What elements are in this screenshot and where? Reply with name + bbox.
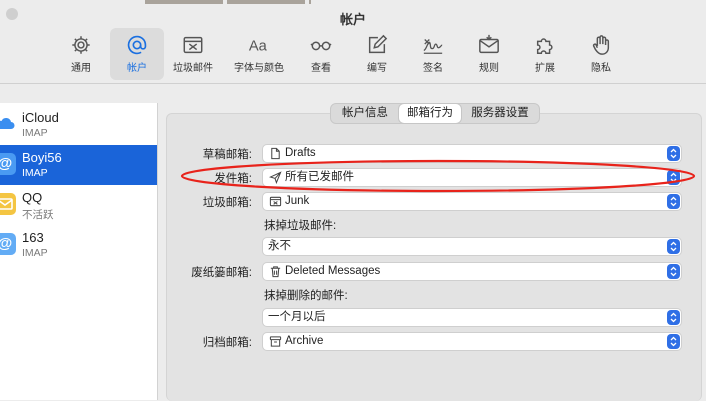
account-name: QQ [22, 190, 43, 205]
trash-mailbox-popup[interactable]: Deleted Messages [262, 262, 682, 281]
toolbar-divider [0, 83, 706, 84]
toolbar-junk-mail[interactable]: 垃圾邮件 [166, 28, 220, 80]
toolbar-label: 字体与颜色 [234, 63, 284, 74]
toolbar-label: 隐私 [591, 63, 611, 74]
account-item-icloud[interactable]: iCloud IMAP [0, 105, 157, 145]
popup-value: 永不 [268, 240, 291, 252]
account-name: Boyi56 [22, 150, 62, 165]
signature-icon [423, 39, 443, 54]
erase-junk-label: 抹掉垃圾邮件: [264, 220, 337, 232]
at-icon: @ [0, 153, 16, 175]
rules-envelope-icon [479, 34, 499, 54]
toolbar-general[interactable]: 通用 [54, 28, 108, 80]
archive-mailbox-label: 归档邮箱: [202, 337, 252, 349]
toolbar-composing[interactable]: 编写 [350, 28, 404, 80]
toolbar-fonts-colors[interactable]: Aa 字体与颜色 [232, 28, 286, 80]
compose-icon [368, 34, 388, 54]
font-icon: Aa [249, 39, 268, 55]
erase-deleted-label: 抹掉删除的邮件: [264, 290, 348, 302]
popup-value: Archive [285, 335, 324, 347]
account-name: iCloud [22, 110, 59, 125]
junk-mailbox-popup[interactable]: Junk [262, 192, 682, 211]
toolbar-privacy[interactable]: 隐私 [574, 28, 628, 80]
erase-junk-popup[interactable]: 永不 [262, 237, 682, 256]
toolbar-signatures[interactable]: 签名 [406, 28, 460, 80]
background-photo-strip [309, 0, 311, 4]
chevron-updown-icon [667, 194, 680, 209]
toolbar-viewing[interactable]: 查看 [294, 28, 348, 80]
window-title: 帐户 [339, 12, 366, 27]
toolbar-accounts[interactable]: 帐户 [110, 28, 164, 80]
trash-icon [270, 266, 281, 278]
erase-deleted-popup[interactable]: 一个月以后 [262, 308, 682, 327]
popup-value: Deleted Messages [285, 265, 381, 277]
background-photo-strip [145, 0, 223, 4]
glasses-icon [310, 41, 332, 51]
chevron-updown-icon [667, 334, 680, 349]
popup-value: Junk [285, 195, 310, 207]
account-type: IMAP [22, 167, 48, 179]
chevron-updown-icon [667, 239, 680, 254]
settings-tab-bar: 帐户信息 邮箱行为 服务器设置 [330, 103, 540, 124]
annotation-ellipse [180, 159, 696, 193]
background-photo-strip [227, 0, 305, 4]
archive-mailbox-popup[interactable]: Archive [262, 332, 682, 351]
trash-mailbox-label: 废纸篓邮箱: [191, 267, 252, 279]
at-icon [127, 35, 147, 55]
account-type: IMAP [22, 247, 48, 259]
account-item-163[interactable]: @ 163 IMAP [0, 225, 157, 265]
junk-tray-icon [183, 36, 203, 54]
title-bar: 帐户 [0, 0, 706, 30]
archive-box-icon [269, 336, 282, 347]
junk-mailbox-label: 垃圾邮箱: [202, 197, 252, 209]
gear-icon [72, 36, 90, 54]
account-name: 163 [22, 230, 44, 245]
envelope-icon [0, 193, 16, 215]
preferences-toolbar: 通用 帐户 垃圾邮件 Aa 字体与颜色 查看 编写 签名 规则 扩展 隐私 [0, 28, 706, 82]
puzzle-icon [536, 38, 553, 54]
at-icon: @ [0, 233, 16, 255]
junk-tray-icon [269, 196, 282, 207]
toolbar-label: 垃圾邮件 [173, 63, 213, 74]
cloud-icon [0, 113, 16, 135]
toolbar-extensions[interactable]: 扩展 [518, 28, 572, 80]
tab-account-info[interactable]: 帐户信息 [333, 104, 397, 123]
svg-text:Aa: Aa [249, 39, 268, 55]
chevron-updown-icon [667, 264, 680, 279]
tab-server-settings[interactable]: 服务器设置 [463, 104, 537, 123]
hand-icon [592, 35, 610, 55]
popup-value: 一个月以后 [268, 311, 326, 323]
account-type: IMAP [22, 127, 48, 139]
chevron-updown-icon [667, 310, 680, 325]
account-type: 不活跃 [22, 209, 54, 221]
tab-mailbox-behavior[interactable]: 邮箱行为 [399, 104, 461, 123]
toolbar-rules[interactable]: 规则 [462, 28, 516, 80]
